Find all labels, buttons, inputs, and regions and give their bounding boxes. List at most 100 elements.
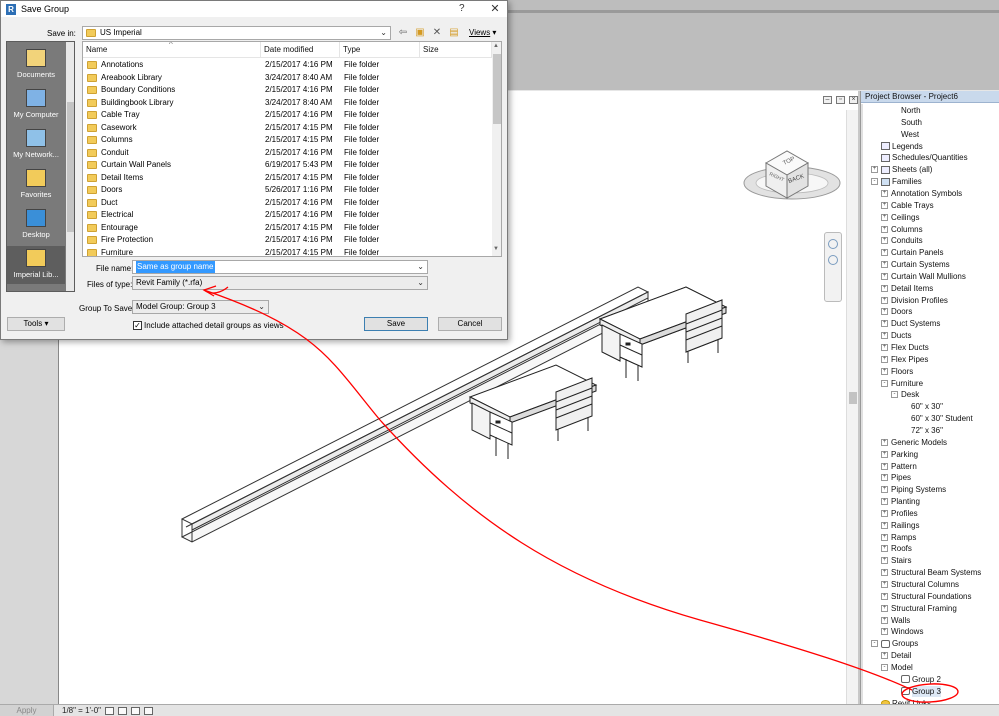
expand-icon[interactable]: + <box>881 592 888 600</box>
column-header-size[interactable]: Size <box>420 42 492 58</box>
collapse-icon[interactable]: - <box>871 178 878 186</box>
group-to-save-dropdown[interactable]: Model Group: Group 3 ⌄ <box>132 300 269 314</box>
file-list-scrollbar[interactable]: ▲ ▼ <box>492 42 501 256</box>
shadows-icon[interactable] <box>144 706 154 715</box>
expand-icon[interactable]: + <box>881 616 888 624</box>
expand-icon[interactable]: + <box>881 344 888 351</box>
tree-item[interactable]: + Sheets (all) <box>871 164 932 175</box>
expand-icon[interactable]: + <box>871 166 878 174</box>
tree-item[interactable]: + Conduits <box>881 235 923 246</box>
expand-icon[interactable]: + <box>881 521 888 529</box>
expand-icon[interactable]: + <box>881 509 888 517</box>
expand-icon[interactable]: + <box>881 652 888 660</box>
tree-item[interactable]: + Railings <box>881 520 919 531</box>
expand-icon[interactable]: + <box>881 581 888 588</box>
expand-icon[interactable]: + <box>881 308 888 316</box>
places-scrollbar[interactable] <box>66 42 74 291</box>
delete-icon[interactable]: ✕ <box>431 27 443 38</box>
place-my-computer[interactable]: My Computer <box>7 86 65 124</box>
expand-icon[interactable]: + <box>881 320 888 328</box>
up-folder-icon[interactable]: ▣ <box>414 27 426 38</box>
expand-icon[interactable]: + <box>881 225 888 233</box>
tree-item[interactable]: - Desk <box>891 389 919 400</box>
collapse-icon[interactable]: - <box>891 391 898 399</box>
file-row[interactable]: Fire Protection 2/15/2017 4:16 PM File fol… <box>83 234 493 247</box>
expand-icon[interactable]: + <box>881 438 888 446</box>
file-list[interactable]: ^ Name Date modified Type Size Annotatio… <box>82 41 502 257</box>
tree-item[interactable]: + Ramps <box>881 532 916 543</box>
expand-icon[interactable]: + <box>881 628 888 636</box>
file-row[interactable]: Annotations 2/15/2017 4:16 PM File folder <box>83 59 493 72</box>
expand-icon[interactable]: + <box>881 474 888 482</box>
minimize-icon[interactable]: – <box>823 96 832 104</box>
places-scroll-thumb[interactable] <box>67 102 74 232</box>
place-desktop[interactable]: Desktop <box>7 206 65 244</box>
tree-item[interactable]: + Structural Framing <box>881 603 957 614</box>
tree-item[interactable]: + Ducts <box>881 330 911 341</box>
file-row[interactable]: Detail Items 2/15/2017 4:15 PM File folder <box>83 172 493 185</box>
tree-item[interactable]: + Profiles <box>881 508 918 519</box>
save-button[interactable]: Save <box>364 317 428 331</box>
scroll-up-icon[interactable]: ▲ <box>493 43 499 49</box>
tree-item[interactable]: - Families <box>871 176 922 187</box>
collapse-icon[interactable]: - <box>881 663 888 671</box>
file-list-scroll-thumb[interactable] <box>493 54 501 124</box>
tree-item[interactable]: + Windows <box>881 626 923 637</box>
tree-item[interactable]: South <box>891 117 922 128</box>
tree-item[interactable]: Group 3 <box>891 685 941 697</box>
collapse-icon[interactable]: - <box>871 640 878 648</box>
save-in-dropdown[interactable]: US Imperial ⌄ <box>82 26 391 40</box>
expand-icon[interactable]: + <box>881 201 888 209</box>
tools-button[interactable]: Tools ▾ <box>7 317 65 331</box>
sun-path-icon[interactable] <box>131 706 141 715</box>
tree-item[interactable]: Legends <box>871 141 923 152</box>
file-row[interactable]: Cable Tray 2/15/2017 4:16 PM File folder <box>83 109 493 122</box>
place-documents[interactable]: Documents <box>7 46 65 84</box>
expand-icon[interactable]: + <box>881 189 888 197</box>
tree-item[interactable]: + Detail <box>881 650 911 661</box>
tree-item[interactable]: + Curtain Systems <box>881 259 950 270</box>
zoom-icon[interactable] <box>828 255 838 265</box>
cancel-button[interactable]: Cancel <box>438 317 502 331</box>
file-row[interactable]: Boundary Conditions 2/15/2017 4:16 PM File… <box>83 84 493 97</box>
file-row[interactable]: Areabook Library 3/24/2017 8:40 AM File fo… <box>83 72 493 85</box>
apply-button[interactable]: Apply <box>0 704 54 716</box>
back-arrow-icon[interactable]: ⇦ <box>397 27 409 38</box>
navigation-bar[interactable] <box>824 232 842 302</box>
expand-icon[interactable]: + <box>881 213 888 221</box>
tree-item[interactable]: + Duct Systems <box>881 318 940 329</box>
tree-item[interactable]: + Detail Items <box>881 283 933 294</box>
tree-item[interactable]: - Groups <box>871 638 918 649</box>
tree-item[interactable]: Group 2 <box>891 674 941 685</box>
close-icon[interactable]: × <box>849 96 858 104</box>
file-row[interactable]: Curtain Wall Panels 6/19/2017 5:43 PM File… <box>83 159 493 172</box>
tree-item[interactable]: + Parking <box>881 449 918 460</box>
new-folder-icon[interactable]: ▤ <box>448 27 460 38</box>
tree-item[interactable]: + Roofs <box>881 543 912 554</box>
tree-item[interactable]: + Stairs <box>881 555 911 566</box>
help-icon[interactable]: ? <box>459 3 465 14</box>
file-row[interactable]: Columns 2/15/2017 4:15 PM File folder <box>83 134 493 147</box>
viewcube[interactable]: TOP BACK RIGHT <box>743 150 841 200</box>
tree-item[interactable]: - Model <box>881 662 913 673</box>
tree-item[interactable]: + Structural Foundations <box>881 591 972 602</box>
expand-icon[interactable]: + <box>881 498 888 506</box>
tree-item[interactable]: - Furniture <box>881 378 923 389</box>
expand-icon[interactable]: + <box>881 332 888 340</box>
dialog-title-bar[interactable]: R Save Group ? ✕ <box>1 1 507 17</box>
expand-icon[interactable]: + <box>881 261 888 269</box>
tree-item[interactable]: + Pipes <box>881 472 911 483</box>
tree-item[interactable]: West <box>891 129 919 140</box>
detail-level-icon[interactable] <box>105 706 115 715</box>
column-header-name[interactable]: Name <box>83 42 261 58</box>
tree-item[interactable]: 60" x 30" <box>901 401 943 412</box>
tree-item[interactable]: 72" x 36" <box>901 425 943 436</box>
tree-item[interactable]: + Structural Beam Systems <box>881 567 981 578</box>
column-header-type[interactable]: Type <box>340 42 420 58</box>
expand-icon[interactable]: + <box>881 533 888 541</box>
file-row[interactable]: Conduit 2/15/2017 4:16 PM File folder <box>83 147 493 160</box>
viewport-scrollbar[interactable] <box>846 110 858 704</box>
tree-item[interactable]: + Floors <box>881 366 913 377</box>
file-row[interactable]: Duct 2/15/2017 4:16 PM File folder <box>83 197 493 210</box>
files-of-type-dropdown[interactable]: Revit Family (*.rfa) ⌄ <box>132 276 428 290</box>
